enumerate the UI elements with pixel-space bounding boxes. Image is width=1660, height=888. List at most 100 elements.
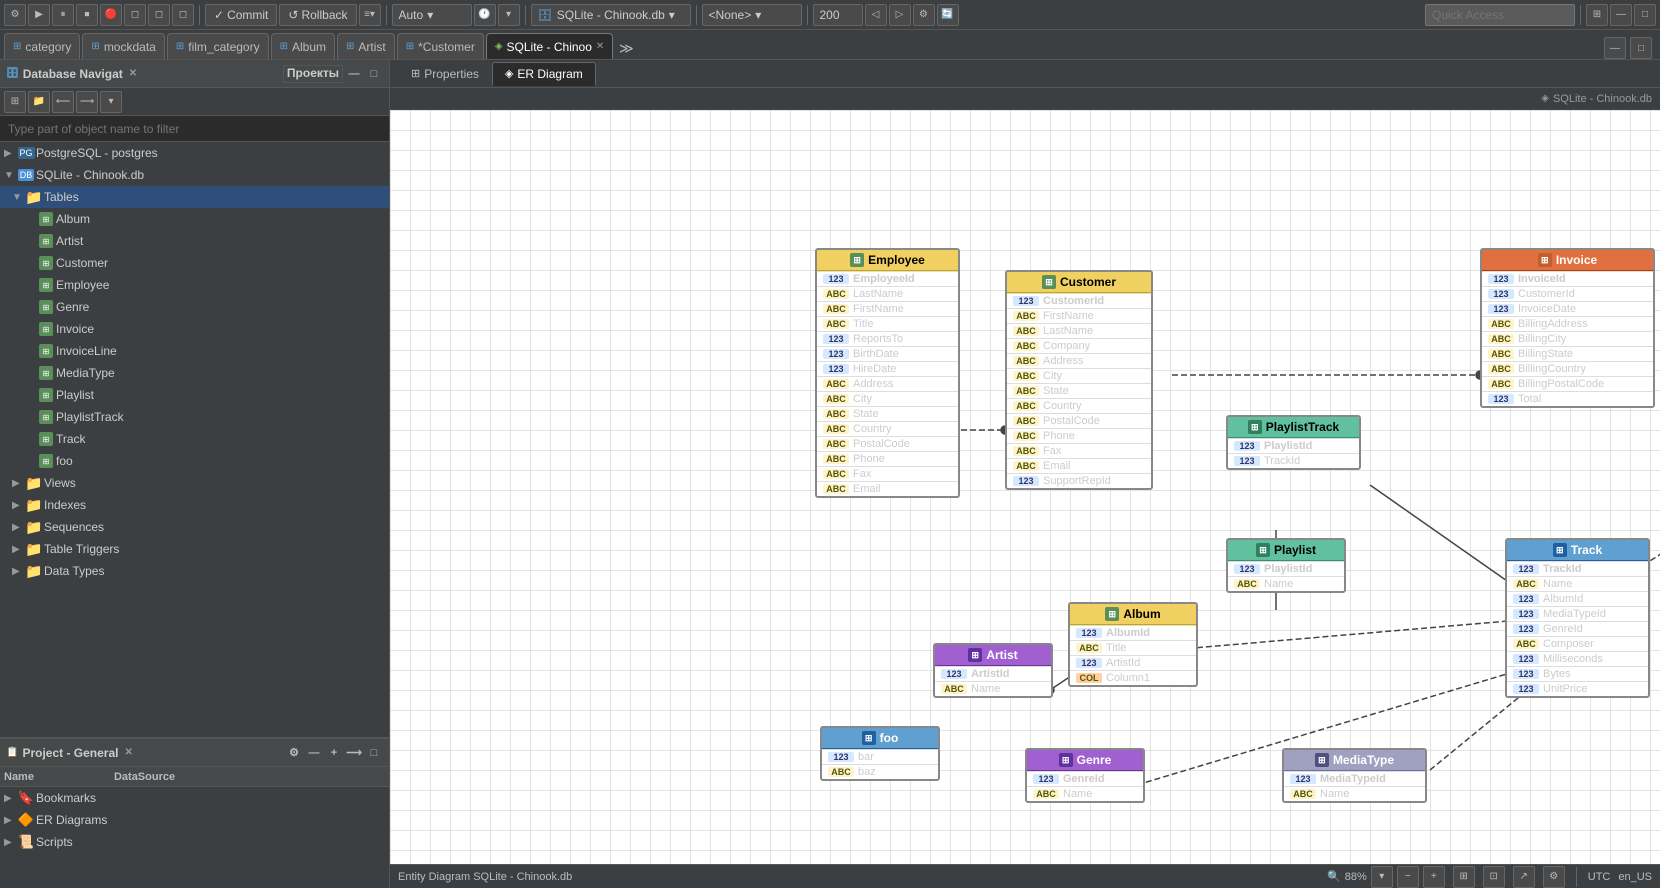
tree-item-playlisttrack[interactable]: ⊞ PlaylistTrack xyxy=(0,406,389,428)
nav-search-input[interactable] xyxy=(0,116,389,142)
tree-item-artist[interactable]: ⊞ Artist xyxy=(0,230,389,252)
er-table-playlist[interactable]: ⊞ Playlist 123PlaylistId ABCName xyxy=(1226,538,1346,593)
er-table-track[interactable]: ⊞ Track 123TrackId ABCName 123AlbumId 12… xyxy=(1505,538,1650,698)
tab-artist[interactable]: ⊞ Artist xyxy=(337,33,395,59)
project-link-icon[interactable]: ⟶ xyxy=(345,744,363,762)
toolbar-track[interactable]: ≡▾ xyxy=(359,4,381,26)
field-fax: ABCFax xyxy=(817,466,958,481)
tab-category[interactable]: ⊞ category xyxy=(4,33,80,59)
nav-tool-2[interactable]: 📁 xyxy=(28,91,50,113)
toolbar-icon-4[interactable]: ⏹ xyxy=(76,4,98,26)
nav-icon-2[interactable]: ▷ xyxy=(889,4,911,26)
close-nav-icon[interactable]: ✕ xyxy=(129,68,137,79)
tree-item-mediatype[interactable]: ⊞ MediaType xyxy=(0,362,389,384)
fit-icon[interactable]: ⊡ xyxy=(1483,866,1505,888)
status-text: Entity Diagram SQLite - Chinook.db xyxy=(398,871,1319,883)
project-scripts[interactable]: ▶ 📜 Scripts xyxy=(0,831,389,853)
field-al-col1: COLColumn1 xyxy=(1070,670,1196,685)
db-dropdown[interactable]: 🗄 SQLite - Chinook.db ▾ xyxy=(531,4,691,26)
zoom-out-button[interactable]: − xyxy=(1397,866,1419,888)
window-icon-3[interactable]: □ xyxy=(1634,4,1656,26)
tab-album[interactable]: ⊞ Album xyxy=(271,33,335,59)
project-bookmarks[interactable]: ▶ 🔖 Bookmarks xyxy=(0,787,389,809)
tab-sqlite-chinook[interactable]: ◈ SQLite - Chinoo ✕ xyxy=(486,33,613,59)
tab-min-icon[interactable]: — xyxy=(1604,37,1626,59)
tab-film-category[interactable]: ⊞ film_category xyxy=(167,33,269,59)
commit-button[interactable]: ✓ Commit xyxy=(205,4,277,26)
er-table-employee[interactable]: ⊞ Employee 123EmployeeId ABCLastName ABC… xyxy=(815,248,960,498)
refresh-icon[interactable]: 🔄 xyxy=(937,4,959,26)
tree-item-customer[interactable]: ⊞ Customer xyxy=(0,252,389,274)
toolbar-icon-7[interactable]: ◻ xyxy=(148,4,170,26)
window-icon-1[interactable]: ⊞ xyxy=(1586,4,1608,26)
settings2-icon[interactable]: ⚙ xyxy=(1543,866,1565,888)
export-icon[interactable]: ↗ xyxy=(1513,866,1535,888)
settings-icon[interactable]: ⚙ xyxy=(913,4,935,26)
tree-item-indexes[interactable]: ▶ 📁 Indexes xyxy=(0,494,389,516)
tree-item-invoiceline[interactable]: ⊞ InvoiceLine xyxy=(0,340,389,362)
tree-item-foo[interactable]: ⊞ foo xyxy=(0,450,389,472)
tree-item-employee[interactable]: ⊞ Employee xyxy=(0,274,389,296)
toolbar-icon-1[interactable]: ⚙ xyxy=(4,4,26,26)
nav-icon-1[interactable]: ◁ xyxy=(865,4,887,26)
tab-properties[interactable]: ⊞ Properties xyxy=(398,62,492,86)
zoom-dropdown[interactable]: 200 xyxy=(813,4,863,26)
project-max-icon[interactable]: □ xyxy=(365,744,383,762)
zoom-dropdown-button[interactable]: ▾ xyxy=(1371,866,1393,888)
toolbar-icon-2[interactable]: ▶ xyxy=(28,4,50,26)
nav-tool-4[interactable]: ⟶ xyxy=(76,91,98,113)
er-table-genre[interactable]: ⊞ Genre 123GenreId ABCName xyxy=(1025,748,1145,803)
quick-access-input[interactable] xyxy=(1425,4,1575,26)
tree-item-playlist[interactable]: ⊞ Playlist xyxy=(0,384,389,406)
toolbar-icon-5[interactable]: 🔴 xyxy=(100,4,122,26)
window-icon-2[interactable]: — xyxy=(1610,4,1632,26)
tree-item-postgresql[interactable]: ▶ PG PostgreSQL - postgres xyxy=(0,142,389,164)
project-min-icon[interactable]: — xyxy=(305,744,323,762)
er-diagram-icon: ◈ xyxy=(505,67,513,80)
nav-tool-3[interactable]: ⟵ xyxy=(52,91,74,113)
er-table-playlisttrack[interactable]: ⊞ PlaylistTrack 123PlaylistId 123TrackId xyxy=(1226,415,1361,470)
toolbar-icon-6[interactable]: ◻ xyxy=(124,4,146,26)
clock-icon[interactable]: 🕐 xyxy=(474,4,496,26)
er-table-artist[interactable]: ⊞ Artist 123ArtistId ABCName xyxy=(933,643,1053,698)
tree-item-track[interactable]: ⊞ Track xyxy=(0,428,389,450)
nav-projekte-tab[interactable]: Проекты xyxy=(283,65,343,83)
tree-item-sequences[interactable]: ▶ 📁 Sequences xyxy=(0,516,389,538)
zoom-in-button[interactable]: + xyxy=(1423,866,1445,888)
tree-item-invoice[interactable]: ⊞ Invoice xyxy=(0,318,389,340)
er-table-album[interactable]: ⊞ Album 123AlbumId ABCTitle 123ArtistId … xyxy=(1068,602,1198,687)
nav-tool-1[interactable]: ⊞ xyxy=(4,91,26,113)
er-table-customer[interactable]: ⊞ Customer 123CustomerId ABCFirstName AB… xyxy=(1005,270,1153,490)
tab-customer[interactable]: ⊞ *Customer xyxy=(397,33,484,59)
close-project-icon[interactable]: ✕ xyxy=(125,747,133,758)
toolbar-icon-8[interactable]: ◻ xyxy=(172,4,194,26)
tab-er-diagram[interactable]: ◈ ER Diagram xyxy=(492,62,596,86)
rollback-button[interactable]: ↺ Rollback xyxy=(279,4,356,26)
tree-item-album[interactable]: ⊞ Album xyxy=(0,208,389,230)
tree-item-views[interactable]: ▶ 📁 Views xyxy=(0,472,389,494)
tree-item-sqlite[interactable]: ▼ DB SQLite - Chinook.db xyxy=(0,164,389,186)
tree-item-datatypes[interactable]: ▶ 📁 Data Types xyxy=(0,560,389,582)
tab-mockdata[interactable]: ⊞ mockdata xyxy=(82,33,164,59)
toolbar-icon-3[interactable]: ⏸ xyxy=(52,4,74,26)
tree-item-triggers[interactable]: ▶ 📁 Table Triggers xyxy=(0,538,389,560)
tab-close-button[interactable]: ✕ xyxy=(596,41,604,52)
grid-icon[interactable]: ⊞ xyxy=(1453,866,1475,888)
schema-dropdown[interactable]: <None> ▾ xyxy=(702,4,802,26)
nav-min-button[interactable]: — xyxy=(345,65,363,83)
project-settings-icon[interactable]: ⚙ xyxy=(285,744,303,762)
er-table-invoice[interactable]: ⊞ Invoice 123InvoiceId 123CustomerId 123… xyxy=(1480,248,1655,408)
tab-max-icon[interactable]: □ xyxy=(1630,37,1652,59)
nav-max-button[interactable]: □ xyxy=(365,65,383,83)
er-table-foo[interactable]: ⊞ foo 123bar ABCbaz xyxy=(820,726,940,781)
auto-dropdown[interactable]: Auto ▾ xyxy=(392,4,472,26)
tree-item-tables[interactable]: ▼ 📁 Tables xyxy=(0,186,389,208)
er-canvas[interactable]: ⊞ Employee 123EmployeeId ABCLastName ABC… xyxy=(390,110,1660,864)
nav-tool-5[interactable]: ▾ xyxy=(100,91,122,113)
tree-item-genre[interactable]: ⊞ Genre xyxy=(0,296,389,318)
tab-overflow-button[interactable]: ≫ xyxy=(615,37,637,59)
project-add-icon[interactable]: + xyxy=(325,744,343,762)
clock-dropdown-icon[interactable]: ▾ xyxy=(498,4,520,26)
project-er-diagrams[interactable]: ▶ 🔶 ER Diagrams xyxy=(0,809,389,831)
er-table-mediatype[interactable]: ⊞ MediaType 123MediaTypeId ABCName xyxy=(1282,748,1427,803)
